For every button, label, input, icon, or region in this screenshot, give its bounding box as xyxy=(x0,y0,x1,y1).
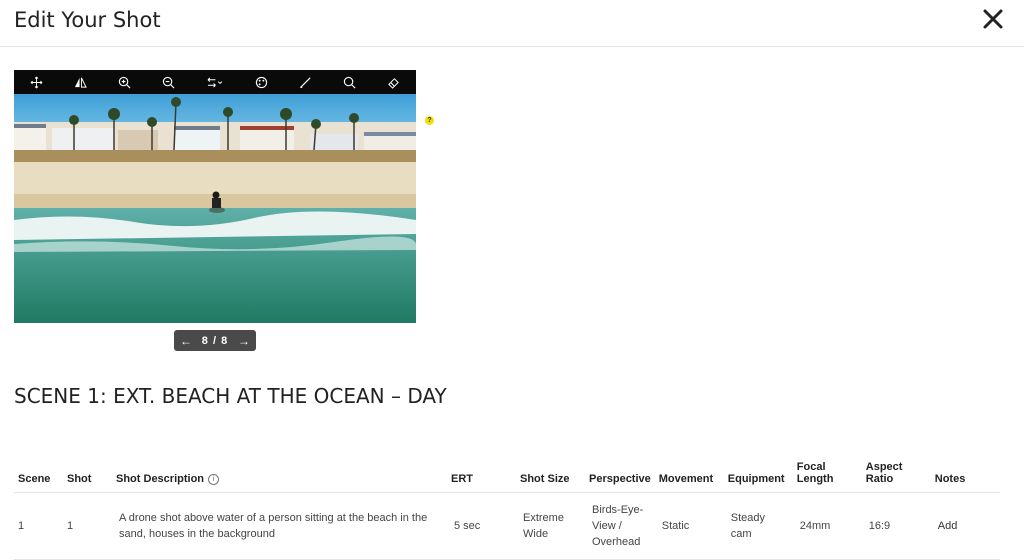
close-icon[interactable] xyxy=(980,6,1006,32)
col-description: Shot Description i xyxy=(112,446,447,493)
image-counter: 8 / 8 xyxy=(201,334,229,347)
col-shot-size: Shot Size xyxy=(516,446,585,493)
col-description-label: Shot Description xyxy=(116,473,205,485)
move-tool-button[interactable] xyxy=(25,72,47,92)
scene-heading: SCENE 1: EXT. BEACH AT THE OCEAN – DAY xyxy=(14,384,447,408)
zoom-out-tool-button[interactable] xyxy=(158,72,180,92)
shot-image xyxy=(14,94,416,323)
col-notes: Notes xyxy=(930,446,1000,493)
palette-icon xyxy=(255,76,267,88)
zoom-in-icon xyxy=(118,76,131,88)
flip-tool-button[interactable] xyxy=(69,72,91,92)
col-aspect-ratio: Aspect Ratio xyxy=(861,446,931,493)
col-movement: Movement xyxy=(654,446,724,493)
eraser-icon xyxy=(388,77,400,89)
help-badge[interactable]: ? xyxy=(425,116,434,125)
zoom-out-icon xyxy=(163,76,175,88)
cell-aspect-ratio[interactable]: 16:9 xyxy=(861,492,931,560)
cell-scene: 1 xyxy=(14,492,63,560)
shot-table: Scene Shot Shot Description i ERT Shot Si… xyxy=(14,446,1000,560)
search-tool-button[interactable] xyxy=(339,72,361,92)
image-pager: ← 8 / 8 → xyxy=(174,330,256,351)
col-equipment: Equipment xyxy=(723,446,793,493)
modal-title: Edit Your Shot xyxy=(14,8,161,32)
cell-movement[interactable]: Static xyxy=(654,492,724,560)
cell-description[interactable]: A drone shot above water of a person sit… xyxy=(112,492,447,560)
info-icon[interactable]: i xyxy=(208,473,220,485)
col-shot: Shot xyxy=(63,446,112,493)
search-icon xyxy=(343,76,356,88)
swap-tool-button[interactable] xyxy=(202,72,228,92)
image-editor xyxy=(14,70,416,323)
col-focal-length: Focal Length xyxy=(792,446,862,493)
add-notes-button[interactable]: Add xyxy=(938,520,958,532)
palette-tool-button[interactable] xyxy=(250,72,272,92)
col-scene: Scene xyxy=(14,446,63,493)
brush-tool-button[interactable] xyxy=(294,72,316,92)
cell-equipment[interactable]: Steady cam xyxy=(723,492,793,560)
cell-ert[interactable]: 5 sec xyxy=(447,492,516,560)
cell-shot-size[interactable]: Extreme Wide xyxy=(516,492,585,560)
zoom-in-tool-button[interactable] xyxy=(114,72,136,92)
cell-focal-length[interactable]: 24mm xyxy=(792,492,862,560)
table-header-row: Scene Shot Shot Description i ERT Shot Si… xyxy=(14,446,1000,493)
next-image-button[interactable]: → xyxy=(238,334,250,348)
flip-icon xyxy=(74,77,87,88)
eraser-tool-button[interactable] xyxy=(383,72,405,92)
swap-icon xyxy=(208,76,223,88)
table-row[interactable]: 1 1 A drone shot above water of a person… xyxy=(14,492,1000,560)
cell-notes: Add xyxy=(930,492,1000,560)
cell-perspective[interactable]: Birds-Eye-View / Overhead xyxy=(585,492,655,560)
image-toolbar xyxy=(14,70,416,94)
col-perspective: Perspective xyxy=(585,446,655,493)
brush-icon xyxy=(299,76,311,88)
cell-shot: 1 xyxy=(63,492,112,560)
modal-header: Edit Your Shot xyxy=(0,0,1024,47)
move-icon xyxy=(30,76,42,88)
col-ert: ERT xyxy=(447,446,516,493)
close-button[interactable] xyxy=(980,6,1006,32)
prev-image-button[interactable]: ← xyxy=(180,334,192,348)
